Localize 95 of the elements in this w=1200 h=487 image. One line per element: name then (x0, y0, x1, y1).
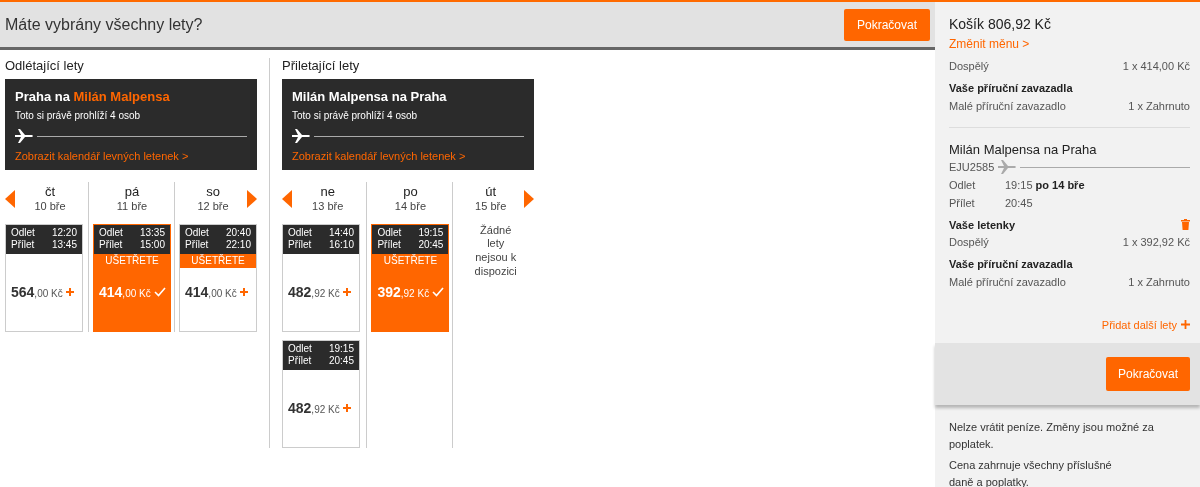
date-label: 13 bře (311, 199, 345, 213)
flight-number: EJU2585 (949, 160, 995, 175)
time-label: Odlet (288, 342, 312, 355)
price-text: 564,00 Kč (11, 282, 63, 302)
route-title: Milán Malpensa na Praha (292, 87, 448, 106)
weekday-label: čt (43, 184, 57, 200)
weekday-label: so (205, 184, 221, 200)
date-label: 10 bře (33, 199, 67, 213)
time-label: Odlet (11, 226, 35, 239)
note-text: Nelze vrátit peníze. Změny jsou možné za poplatek. (949, 420, 1155, 452)
time-label: Přílet (288, 239, 312, 252)
note-text: Cena zahrnuje všechny příslušné daně a poplatky. (949, 458, 1113, 487)
item-value: 1 x 392,92 Kč (1122, 235, 1190, 250)
time-label: Přílet (185, 239, 209, 252)
flight-card[interactable]: Odlet 14:40 Přílet 16:10 482,92 Kč (282, 223, 360, 332)
trash-icon[interactable] (1181, 219, 1190, 231)
time-value: 20:40 (225, 226, 251, 239)
time-value: 15:00 (139, 239, 165, 252)
item-label: Malé příruční zavazadlo (949, 274, 1066, 290)
time-value: 13:35 (139, 226, 165, 239)
section-heading: Odlétající lety (5, 57, 85, 75)
banner-question: Máte vybrány všechny lety? (5, 14, 203, 35)
weekday-label: út (484, 184, 498, 200)
item-label: Malé příruční zavazadlo (949, 98, 1066, 114)
item-label: Dospělý (949, 59, 989, 74)
plus-icon (239, 288, 248, 296)
time-label: Přílet (377, 239, 401, 252)
time-value: 19:15 (418, 226, 444, 239)
group-heading: Vaše příruční zavazadla (949, 81, 1073, 96)
time-label: Odlet (288, 226, 312, 239)
time-value: 20:45 (1005, 195, 1033, 211)
basket-total: Košík 806,92 Kč (949, 15, 1052, 34)
weekday-label: pá (123, 184, 141, 200)
group-heading: Vaše příruční zavazadla (949, 257, 1073, 272)
time-label: Odlet (949, 177, 977, 193)
next-arrow-icon[interactable] (247, 189, 257, 208)
time-value: 19:15 po 14 bře (1005, 177, 1085, 193)
segment-title: Milán Malpensa na Praha (949, 140, 1098, 159)
weekday-label: po (402, 184, 419, 200)
no-flights-text: Žádné lety nejsou k dispozici (473, 223, 518, 279)
item-value: 1 x 414,00 Kč (1122, 59, 1190, 74)
calendar-link[interactable]: Zobrazit kalendář levných letenek > (15, 150, 189, 162)
price-text: 482,92 Kč (288, 398, 340, 418)
viewers-text: Toto si právě prohlíží 4 osob (292, 109, 419, 123)
time-value: 19:15 (328, 342, 354, 355)
plus-icon[interactable] (1181, 320, 1190, 330)
time-label: Přílet (288, 355, 312, 368)
price-text: 414,00 Kč (185, 282, 237, 302)
flight-card[interactable]: Odlet 20:40 Přílet 22:10 UŠETŘETE 414,00 Kč (179, 223, 257, 332)
item-value: 1 x Zahrnuto (1128, 98, 1190, 114)
time-value: 16:10 (328, 239, 354, 252)
flight-card[interactable]: Odlet 13:35 Přílet 15:00 UŠETŘETE 414,00 Kč (93, 223, 171, 332)
time-value: 13:45 (51, 239, 77, 252)
time-label: Přílet (949, 195, 976, 211)
time-label: Přílet (99, 239, 123, 252)
next-arrow-icon[interactable] (524, 189, 534, 208)
weekday-label: ne (319, 184, 336, 200)
check-icon (432, 287, 445, 297)
plus-icon (342, 288, 351, 296)
item-label: Dospělý (949, 235, 989, 250)
flight-card[interactable]: Odlet 12:20 Přílet 13:45 564,00 Kč (5, 223, 83, 332)
plane-icon (292, 129, 310, 143)
price-text: 482,92 Kč (288, 282, 340, 302)
flight-card[interactable]: Odlet 19:15 Přílet 20:45 UŠETŘETE 392,92 Kč (371, 223, 450, 332)
time-value: 14:40 (328, 226, 354, 239)
time-value: 22:10 (225, 239, 251, 252)
time-label: Přílet (11, 239, 35, 252)
plus-icon (342, 404, 351, 412)
section-heading: Přiletající lety (282, 57, 361, 75)
time-label: Odlet (185, 226, 209, 239)
date-label: 11 bře (115, 199, 149, 213)
date-label: 12 bře (196, 199, 230, 213)
plus-icon (65, 288, 74, 296)
plane-icon (998, 160, 1017, 175)
group-heading: Vaše letenky (949, 217, 1016, 233)
date-label: 15 bře (474, 199, 508, 213)
time-value: 20:45 (328, 355, 354, 368)
plane-icon (15, 129, 33, 143)
time-value: 20:45 (418, 239, 444, 252)
flight-card[interactable]: Odlet 19:15 Přílet 20:45 482,92 Kč (282, 339, 360, 448)
viewers-text: Toto si právě prohlíží 4 osob (15, 109, 142, 123)
note-link[interactable]: poplatek (949, 437, 991, 450)
calendar-link[interactable]: Zobrazit kalendář levných letenek > (292, 150, 466, 162)
previous-arrow-icon[interactable] (282, 189, 292, 208)
time-label: Odlet (377, 226, 402, 239)
note-link[interactable]: daně a poplatky (949, 475, 1026, 487)
price-text: 392,92 Kč (377, 282, 430, 302)
item-value: 1 x Zahrnuto (1128, 274, 1190, 290)
time-value: 12:20 (51, 226, 77, 239)
date-label: 14 bře (393, 199, 427, 213)
route-title: Praha na Milán Malpensa (15, 87, 171, 106)
price-text: 414,00 Kč (99, 282, 151, 302)
time-label: Odlet (99, 226, 123, 239)
previous-arrow-icon[interactable] (5, 189, 15, 208)
check-icon (153, 287, 166, 297)
